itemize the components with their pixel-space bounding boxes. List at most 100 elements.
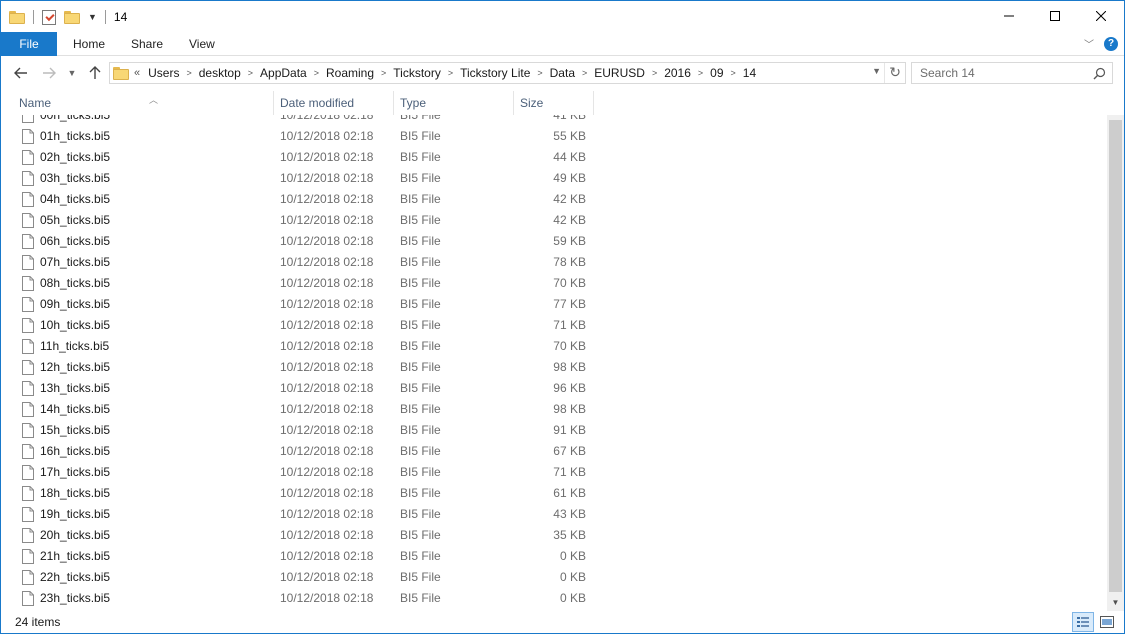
folder-icon[interactable] (9, 10, 25, 24)
file-row[interactable]: 00h_ticks.bi5 10/12/2018 02:18 BI5 File 41 … (1, 115, 1106, 126)
chevron-right-icon[interactable]: > (448, 68, 453, 78)
chevron-right-icon[interactable]: > (731, 68, 736, 78)
close-button[interactable] (1078, 1, 1124, 31)
file-name[interactable]: 15h_ticks.bi5 (40, 420, 110, 441)
file-row[interactable]: 21h_ticks.bi5 10/12/2018 02:18 BI5 File 0 K… (1, 546, 1106, 567)
file-name[interactable]: 07h_ticks.bi5 (40, 252, 110, 273)
chevron-right-icon[interactable]: > (652, 68, 657, 78)
customize-toolbar-chevron-icon[interactable]: ▼ (88, 12, 97, 22)
file-row[interactable]: 06h_ticks.bi5 10/12/2018 02:18 BI5 File 59 … (1, 231, 1106, 252)
file-name[interactable]: 10h_ticks.bi5 (40, 315, 110, 336)
file-name[interactable]: 23h_ticks.bi5 (40, 588, 110, 609)
file-row[interactable]: 14h_ticks.bi5 10/12/2018 02:18 BI5 File 98 … (1, 399, 1106, 420)
file-row[interactable]: 04h_ticks.bi5 10/12/2018 02:18 BI5 File 42 … (1, 189, 1106, 210)
file-name[interactable]: 13h_ticks.bi5 (40, 378, 110, 399)
file-name[interactable]: 18h_ticks.bi5 (40, 483, 110, 504)
file-name[interactable]: 06h_ticks.bi5 (40, 231, 110, 252)
breadcrumb-overflow-icon[interactable]: « (134, 67, 140, 79)
file-name[interactable]: 14h_ticks.bi5 (40, 399, 110, 420)
scroll-down-arrow-icon[interactable]: ▼ (1107, 594, 1124, 611)
file-name[interactable]: 02h_ticks.bi5 (40, 147, 110, 168)
file-name[interactable]: 09h_ticks.bi5 (40, 294, 110, 315)
breadcrumb-item[interactable]: Tickstory Lite (460, 66, 530, 80)
breadcrumb-item[interactable]: desktop (199, 66, 241, 80)
address-history-chevron-icon[interactable]: ▼ (872, 66, 881, 76)
file-row[interactable]: 22h_ticks.bi5 10/12/2018 02:18 BI5 File 0 K… (1, 567, 1106, 588)
breadcrumb-item[interactable]: Roaming (326, 66, 374, 80)
file-row[interactable]: 10h_ticks.bi5 10/12/2018 02:18 BI5 File 71 … (1, 315, 1106, 336)
file-name[interactable]: 05h_ticks.bi5 (40, 210, 110, 231)
file-row[interactable]: 12h_ticks.bi5 10/12/2018 02:18 BI5 File 98 … (1, 357, 1106, 378)
forward-button[interactable] (39, 63, 59, 83)
breadcrumb-item[interactable]: 2016 (664, 66, 691, 80)
file-name[interactable]: 19h_ticks.bi5 (40, 504, 110, 525)
file-row[interactable]: 02h_ticks.bi5 10/12/2018 02:18 BI5 File 44 … (1, 147, 1106, 168)
file-row[interactable]: 17h_ticks.bi5 10/12/2018 02:18 BI5 File 71 … (1, 462, 1106, 483)
chevron-right-icon[interactable]: > (582, 68, 587, 78)
file-row[interactable]: 16h_ticks.bi5 10/12/2018 02:18 BI5 File 67 … (1, 441, 1106, 462)
file-name[interactable]: 21h_ticks.bi5 (40, 546, 110, 567)
details-view-button[interactable] (1072, 612, 1094, 632)
column-header-date-modified[interactable]: Date modified (274, 89, 394, 115)
file-row[interactable]: 15h_ticks.bi5 10/12/2018 02:18 BI5 File 91 … (1, 420, 1106, 441)
tab-share[interactable]: Share (131, 32, 163, 56)
file-name[interactable]: 16h_ticks.bi5 (40, 441, 110, 462)
search-icon[interactable] (1093, 67, 1106, 80)
chevron-right-icon[interactable]: > (186, 68, 191, 78)
vertical-scrollbar[interactable]: ▲ ▼ (1107, 115, 1124, 611)
breadcrumb-item[interactable]: AppData (260, 66, 307, 80)
back-button[interactable] (11, 63, 31, 83)
file-row[interactable]: 01h_ticks.bi5 10/12/2018 02:18 BI5 File 55 … (1, 126, 1106, 147)
file-row[interactable]: 23h_ticks.bi5 10/12/2018 02:18 BI5 File 0 K… (1, 588, 1106, 609)
file-name[interactable]: 12h_ticks.bi5 (40, 357, 110, 378)
chevron-right-icon[interactable]: > (248, 68, 253, 78)
file-name[interactable]: 22h_ticks.bi5 (40, 567, 110, 588)
column-header-size[interactable]: Size (514, 89, 594, 115)
chevron-right-icon[interactable]: > (537, 68, 542, 78)
file-row[interactable]: 08h_ticks.bi5 10/12/2018 02:18 BI5 File 70 … (1, 273, 1106, 294)
breadcrumb-item[interactable]: Users (148, 66, 179, 80)
expand-ribbon-chevron-icon[interactable]: ﹀ (1084, 36, 1094, 51)
file-row[interactable]: 19h_ticks.bi5 10/12/2018 02:18 BI5 File 43 … (1, 504, 1106, 525)
tab-file[interactable]: File (1, 32, 57, 56)
column-header-type[interactable]: Type (394, 89, 514, 115)
help-icon[interactable]: ? (1104, 36, 1118, 51)
tab-view[interactable]: View (189, 32, 215, 56)
file-name[interactable]: 03h_ticks.bi5 (40, 168, 110, 189)
breadcrumb-item-current[interactable]: 14 (743, 66, 756, 80)
chevron-right-icon[interactable]: > (698, 68, 703, 78)
maximize-button[interactable] (1032, 1, 1078, 31)
file-row[interactable]: 05h_ticks.bi5 10/12/2018 02:18 BI5 File 42 … (1, 210, 1106, 231)
tab-home[interactable]: Home (73, 32, 105, 56)
file-row[interactable]: 09h_ticks.bi5 10/12/2018 02:18 BI5 File 77 … (1, 294, 1106, 315)
chevron-right-icon[interactable]: > (381, 68, 386, 78)
breadcrumb-item[interactable]: EURUSD (594, 66, 645, 80)
recent-locations-button[interactable]: ▼ (65, 63, 79, 83)
file-name[interactable]: 04h_ticks.bi5 (40, 189, 110, 210)
scrollbar-thumb[interactable] (1109, 120, 1122, 592)
address-bar[interactable]: « Users > desktop > AppData > Roaming > … (109, 62, 906, 84)
breadcrumb-item[interactable]: Tickstory (393, 66, 441, 80)
refresh-icon[interactable]: ↻ (889, 64, 901, 81)
file-name[interactable]: 00h_ticks.bi5 (40, 115, 110, 126)
file-row[interactable]: 20h_ticks.bi5 10/12/2018 02:18 BI5 File 35 … (1, 525, 1106, 546)
breadcrumb-item[interactable]: 09 (710, 66, 723, 80)
properties-icon[interactable] (42, 9, 56, 25)
new-folder-icon[interactable] (64, 10, 80, 24)
file-row[interactable]: 11h_ticks.bi5 10/12/2018 02:18 BI5 File 70 … (1, 336, 1106, 357)
search-input[interactable]: Search 14 (911, 62, 1113, 84)
file-row[interactable]: 07h_ticks.bi5 10/12/2018 02:18 BI5 File 78 … (1, 252, 1106, 273)
column-header-name[interactable]: Name ︿ (13, 89, 274, 115)
file-name[interactable]: 08h_ticks.bi5 (40, 273, 110, 294)
file-name[interactable]: 20h_ticks.bi5 (40, 525, 110, 546)
file-name[interactable]: 17h_ticks.bi5 (40, 462, 110, 483)
file-name[interactable]: 11h_ticks.bi5 (40, 336, 109, 357)
file-name[interactable]: 01h_ticks.bi5 (40, 126, 110, 147)
minimize-button[interactable] (986, 1, 1032, 31)
chevron-right-icon[interactable]: > (314, 68, 319, 78)
file-row[interactable]: 13h_ticks.bi5 10/12/2018 02:18 BI5 File 96 … (1, 378, 1106, 399)
up-button[interactable] (85, 63, 105, 83)
file-row[interactable]: 03h_ticks.bi5 10/12/2018 02:18 BI5 File 49 … (1, 168, 1106, 189)
breadcrumb-item[interactable]: Data (550, 66, 575, 80)
file-row[interactable]: 18h_ticks.bi5 10/12/2018 02:18 BI5 File 61 … (1, 483, 1106, 504)
